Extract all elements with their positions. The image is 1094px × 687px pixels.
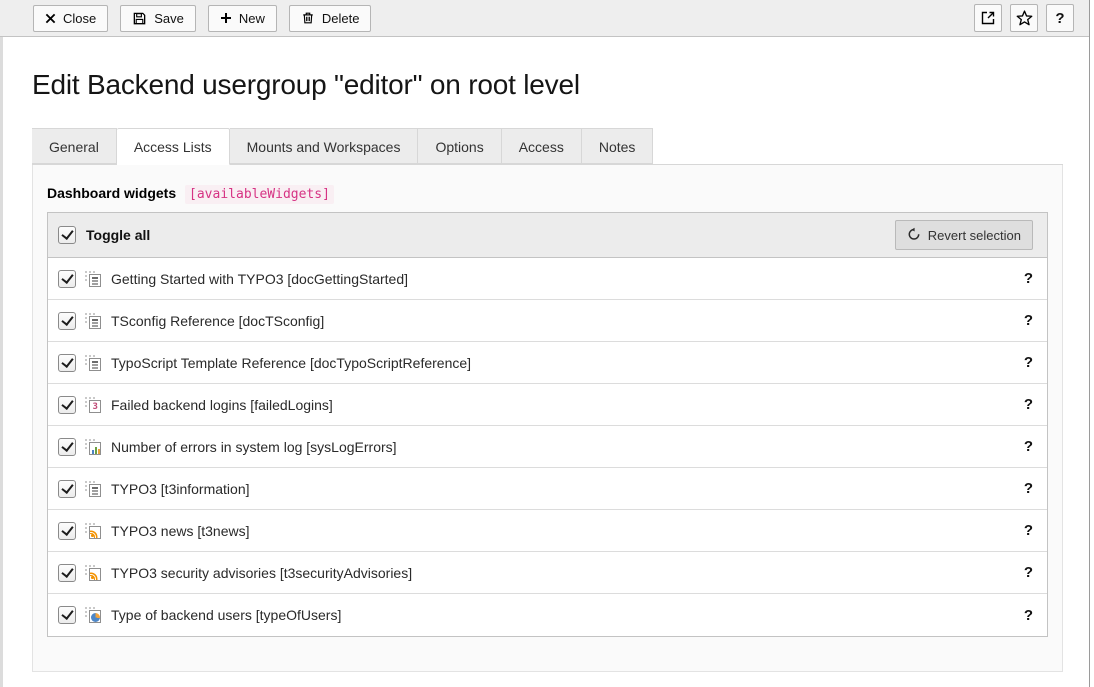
row-help-icon[interactable]: ? bbox=[1024, 396, 1033, 413]
bookmark-button[interactable] bbox=[1010, 4, 1038, 32]
delete-button[interactable]: Delete bbox=[289, 5, 372, 32]
tab[interactable]: Notes bbox=[582, 128, 654, 164]
widget-row: TYPO3 security advisories [t3securityAdv… bbox=[48, 552, 1047, 594]
widget-row: Failed backend logins [failedLogins] ? bbox=[48, 384, 1047, 426]
left-gutter bbox=[0, 37, 3, 687]
trash-icon bbox=[301, 11, 315, 25]
new-button-label: New bbox=[239, 11, 265, 26]
typo3-backend-screen: Close Save New bbox=[0, 0, 1094, 687]
document-icon bbox=[85, 313, 101, 329]
number-icon bbox=[85, 397, 101, 413]
docheader-toolbar: Close Save New bbox=[0, 0, 1089, 37]
tab-label: General bbox=[49, 139, 99, 155]
bookmark-star-icon bbox=[1015, 9, 1034, 28]
widget-row: Number of errors in system log [sysLogEr… bbox=[48, 426, 1047, 468]
help-button[interactable]: ? bbox=[1046, 4, 1074, 32]
widget-checkbox[interactable] bbox=[58, 606, 76, 624]
access-lists-panel: Dashboard widgets [availableWidgets] Tog… bbox=[32, 165, 1063, 672]
save-button[interactable]: Save bbox=[120, 5, 196, 32]
module-body: Edit Backend usergroup "editor" on root … bbox=[3, 37, 1089, 687]
widget-label: Type of backend users [typeOfUsers] bbox=[111, 607, 341, 623]
document-icon bbox=[85, 355, 101, 371]
widget-row: TSconfig Reference [docTSconfig] ? bbox=[48, 300, 1047, 342]
page-title: Edit Backend usergroup "editor" on root … bbox=[32, 69, 1063, 101]
widget-checkbox[interactable] bbox=[58, 438, 76, 456]
row-help-icon[interactable]: ? bbox=[1024, 312, 1033, 329]
tab-label: Mounts and Workspaces bbox=[247, 139, 401, 155]
open-in-new-window-icon bbox=[980, 10, 996, 26]
widget-label: Failed backend logins [failedLogins] bbox=[111, 397, 333, 413]
rss-icon bbox=[85, 565, 101, 581]
close-button[interactable]: Close bbox=[33, 5, 108, 32]
widget-checkbox[interactable] bbox=[58, 396, 76, 414]
widget-checkbox[interactable] bbox=[58, 480, 76, 498]
widget-checkbox[interactable] bbox=[58, 354, 76, 372]
revert-selection-label: Revert selection bbox=[928, 228, 1021, 243]
tab-label: Options bbox=[435, 139, 483, 155]
row-help-icon[interactable]: ? bbox=[1024, 270, 1033, 287]
revert-selection-button[interactable]: Revert selection bbox=[895, 220, 1033, 250]
undo-icon bbox=[907, 227, 921, 244]
widget-label: TYPO3 news [t3news] bbox=[111, 523, 250, 539]
save-icon bbox=[132, 11, 147, 26]
toolbar-right-group: ? bbox=[974, 4, 1074, 32]
widget-row: TypoScript Template Reference [docTypoSc… bbox=[48, 342, 1047, 384]
new-button[interactable]: New bbox=[208, 5, 277, 32]
row-help-icon[interactable]: ? bbox=[1024, 354, 1033, 371]
save-button-label: Save bbox=[154, 11, 184, 26]
widget-row: TYPO3 [t3information] ? bbox=[48, 468, 1047, 510]
tab[interactable]: General bbox=[32, 128, 117, 164]
tab-bar: General Access Lists Mounts and Workspac… bbox=[32, 128, 1063, 165]
tab-label: Access Lists bbox=[134, 139, 212, 155]
section-head: Dashboard widgets [availableWidgets] bbox=[47, 185, 1048, 202]
widget-label: TYPO3 security advisories [t3securityAdv… bbox=[111, 565, 412, 581]
widget-label: TYPO3 [t3information] bbox=[111, 481, 250, 497]
row-help-icon[interactable]: ? bbox=[1024, 480, 1033, 497]
tab[interactable]: Access bbox=[502, 128, 582, 164]
row-help-icon[interactable]: ? bbox=[1024, 438, 1033, 455]
document-icon bbox=[85, 271, 101, 287]
tab-label: Access bbox=[519, 139, 564, 155]
widget-checkbox[interactable] bbox=[58, 564, 76, 582]
toggle-all-checkbox[interactable] bbox=[58, 226, 76, 244]
barchart-icon bbox=[85, 439, 101, 455]
widget-row: TYPO3 news [t3news] ? bbox=[48, 510, 1047, 552]
close-icon bbox=[45, 13, 56, 24]
widget-checkbox[interactable] bbox=[58, 312, 76, 330]
widget-table-header: Toggle all Revert selection bbox=[48, 213, 1047, 258]
piechart-icon bbox=[85, 607, 101, 623]
rss-icon bbox=[85, 523, 101, 539]
widget-table: Toggle all Revert selection bbox=[47, 212, 1048, 637]
open-in-new-window-button[interactable] bbox=[974, 4, 1002, 32]
widget-checkbox[interactable] bbox=[58, 270, 76, 288]
plus-icon bbox=[220, 12, 232, 24]
close-button-label: Close bbox=[63, 11, 96, 26]
widget-checkbox[interactable] bbox=[58, 522, 76, 540]
tab[interactable]: Access Lists bbox=[117, 128, 230, 165]
section-label: Dashboard widgets bbox=[47, 185, 176, 201]
widget-label: TypoScript Template Reference [docTypoSc… bbox=[111, 355, 471, 371]
toolbar-left-group: Close Save New bbox=[33, 5, 371, 32]
row-help-icon[interactable]: ? bbox=[1024, 564, 1033, 581]
tab-label: Notes bbox=[599, 139, 636, 155]
widget-row: Getting Started with TYPO3 [docGettingSt… bbox=[48, 258, 1047, 300]
widget-label: Number of errors in system log [sysLogEr… bbox=[111, 439, 397, 455]
section-code: [availableWidgets] bbox=[185, 185, 334, 204]
help-icon: ? bbox=[1055, 10, 1064, 27]
tab[interactable]: Options bbox=[418, 128, 501, 164]
scrollbar-track-edge bbox=[1089, 0, 1090, 687]
widget-row: Type of backend users [typeOfUsers] ? bbox=[48, 594, 1047, 636]
row-help-icon[interactable]: ? bbox=[1024, 607, 1033, 624]
widget-table-body: Getting Started with TYPO3 [docGettingSt… bbox=[48, 258, 1047, 636]
toggle-all-label: Toggle all bbox=[86, 227, 150, 243]
tab[interactable]: Mounts and Workspaces bbox=[230, 128, 419, 164]
document-icon bbox=[85, 481, 101, 497]
widget-label: Getting Started with TYPO3 [docGettingSt… bbox=[111, 271, 408, 287]
row-help-icon[interactable]: ? bbox=[1024, 522, 1033, 539]
widget-label: TSconfig Reference [docTSconfig] bbox=[111, 313, 324, 329]
delete-button-label: Delete bbox=[322, 11, 360, 26]
